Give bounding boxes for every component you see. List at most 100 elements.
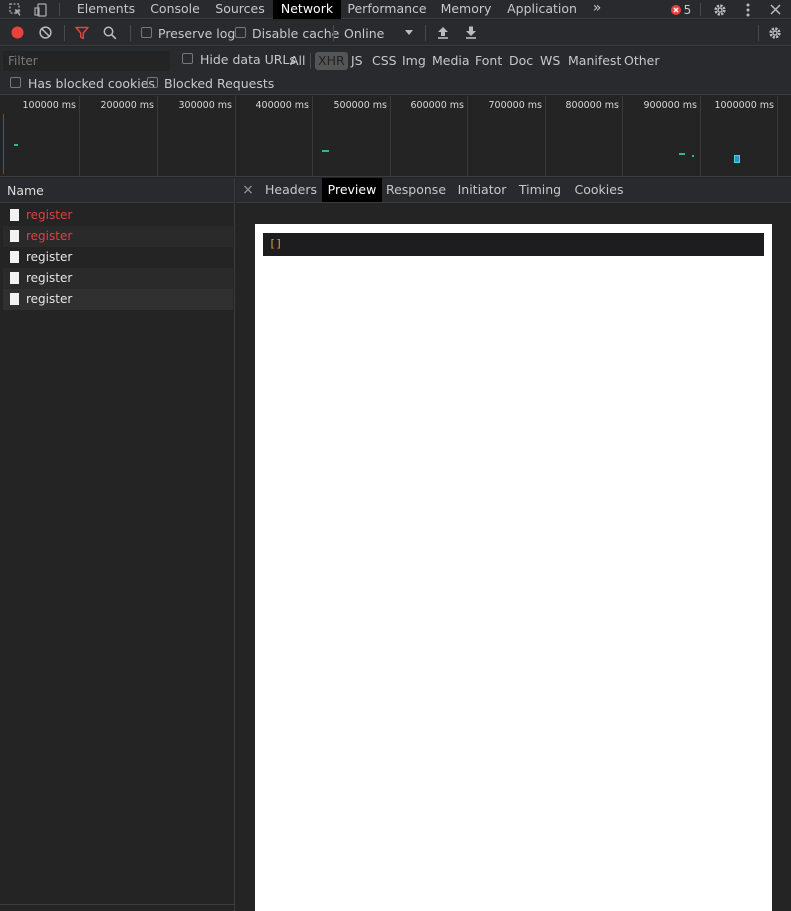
error-count: 5 — [683, 2, 692, 17]
timeline-start-marker — [3, 114, 4, 174]
document-icon — [10, 251, 19, 263]
type-filter-manifest[interactable]: Manifest — [568, 52, 621, 70]
clear-icon — [39, 26, 52, 39]
tab-timing[interactable]: Timing — [517, 178, 563, 202]
tab-response[interactable]: Response — [385, 178, 447, 202]
more-tabs-icon[interactable]: » — [588, 0, 606, 19]
close-detail-icon[interactable]: × — [240, 178, 256, 202]
type-filter-ws[interactable]: WS — [540, 52, 560, 70]
request-bar — [692, 155, 694, 157]
document-icon — [10, 293, 19, 305]
document-icon — [10, 209, 19, 221]
filter-input[interactable] — [3, 51, 170, 71]
blocked-requests-label: Blocked Requests — [164, 76, 275, 91]
devtools-tab-bar: Elements Console Sources Network Perform… — [0, 0, 791, 19]
tab-separator — [59, 3, 60, 16]
json-preview-line[interactable]: [] — [263, 233, 764, 256]
gridline — [157, 96, 158, 177]
close-devtools-icon[interactable] — [767, 0, 783, 19]
type-filter-xhr[interactable]: XHR — [315, 52, 348, 70]
gridline — [79, 96, 80, 177]
request-list: Name register register register register… — [0, 178, 235, 911]
tab-memory[interactable]: Memory — [436, 0, 496, 19]
tab-separator — [700, 3, 701, 16]
tab-performance[interactable]: Performance — [346, 0, 428, 19]
request-detail-tabs: × Headers Preview Response Initiator Tim… — [236, 178, 791, 203]
inspect-element-icon[interactable] — [8, 0, 24, 19]
gridline — [622, 96, 623, 177]
tab-cookies[interactable]: Cookies — [572, 178, 626, 202]
gridline — [312, 96, 313, 177]
tick-label: 400000 ms — [255, 100, 310, 111]
request-row[interactable]: register — [3, 226, 233, 247]
gridline — [467, 96, 468, 177]
request-row[interactable]: register — [3, 247, 233, 268]
type-filter-img[interactable]: Img — [402, 52, 426, 70]
request-name: register — [26, 250, 73, 264]
network-settings-button[interactable] — [768, 26, 782, 43]
search-button[interactable] — [103, 26, 117, 43]
error-counter[interactable]: 5 — [668, 0, 694, 19]
network-toolbar: Preserve log Disable cache Online — [0, 20, 791, 46]
tick-label: 700000 ms — [488, 100, 543, 111]
dropdown-arrow-icon — [405, 30, 413, 35]
tick-label: 100000 ms — [22, 100, 77, 111]
request-row-selected[interactable]: register — [3, 289, 233, 310]
settings-gear-icon[interactable] — [711, 0, 729, 19]
filter-toggle-button[interactable] — [75, 26, 89, 43]
gridline — [545, 96, 546, 177]
request-name: register — [26, 292, 73, 306]
device-toolbar-icon[interactable] — [33, 0, 49, 19]
request-bar — [322, 150, 329, 152]
tick-label: 1000000 ms — [714, 100, 774, 111]
tab-headers[interactable]: Headers — [262, 178, 320, 202]
more-options-icon[interactable] — [740, 0, 756, 19]
type-filter-all[interactable]: All — [290, 52, 306, 70]
gridline — [777, 96, 778, 177]
request-name: register — [26, 271, 73, 285]
type-filter-other[interactable]: Other — [624, 52, 660, 70]
tab-elements[interactable]: Elements — [73, 0, 139, 19]
tab-network[interactable]: Network — [273, 0, 341, 19]
export-har-button[interactable] — [465, 26, 477, 42]
tab-application[interactable]: Application — [504, 0, 580, 19]
type-filter-font[interactable]: Font — [475, 52, 502, 70]
request-name: register — [26, 208, 73, 222]
tab-sources[interactable]: Sources — [211, 0, 269, 19]
tick-label: 600000 ms — [410, 100, 465, 111]
tab-console[interactable]: Console — [145, 0, 205, 19]
tick-label: 800000 ms — [565, 100, 620, 111]
import-har-button[interactable] — [437, 26, 449, 42]
type-filter-css[interactable]: CSS — [372, 52, 397, 70]
type-filter-js[interactable]: JS — [351, 52, 363, 70]
name-column-header[interactable]: Name — [0, 178, 234, 203]
toolbar-separator — [333, 25, 334, 41]
type-filter-doc[interactable]: Doc — [509, 52, 533, 70]
timeline-overview[interactable]: 100000 ms 200000 ms 300000 ms 400000 ms … — [0, 96, 791, 177]
request-row[interactable]: register — [3, 268, 233, 289]
error-icon — [670, 4, 681, 15]
has-blocked-cookies-checkbox[interactable] — [10, 77, 21, 88]
record-icon — [11, 26, 24, 39]
request-row[interactable]: register — [3, 205, 233, 226]
blocked-requests-checkbox[interactable] — [147, 77, 158, 88]
status-bar-divider — [0, 904, 234, 905]
record-button[interactable] — [11, 26, 24, 42]
gridline — [390, 96, 391, 177]
filter-bar: Hide data URLs All XHR JS CSS Img Media … — [0, 47, 791, 95]
search-icon — [103, 26, 117, 40]
clear-button[interactable] — [39, 26, 52, 42]
disable-cache-checkbox[interactable] — [235, 27, 246, 38]
request-name: register — [26, 229, 73, 243]
tab-preview[interactable]: Preview — [322, 178, 382, 202]
hide-data-urls-checkbox[interactable] — [182, 53, 193, 64]
preview-panel: [] — [236, 204, 791, 911]
disable-cache-label: Disable cache — [252, 26, 340, 41]
toolbar-separator — [425, 25, 426, 41]
throttling-select[interactable]: Online — [344, 25, 416, 42]
type-filter-media[interactable]: Media — [432, 52, 470, 70]
request-bar — [679, 153, 685, 155]
tick-label: 900000 ms — [643, 100, 698, 111]
tab-initiator[interactable]: Initiator — [455, 178, 509, 202]
preserve-log-checkbox[interactable] — [141, 27, 152, 38]
